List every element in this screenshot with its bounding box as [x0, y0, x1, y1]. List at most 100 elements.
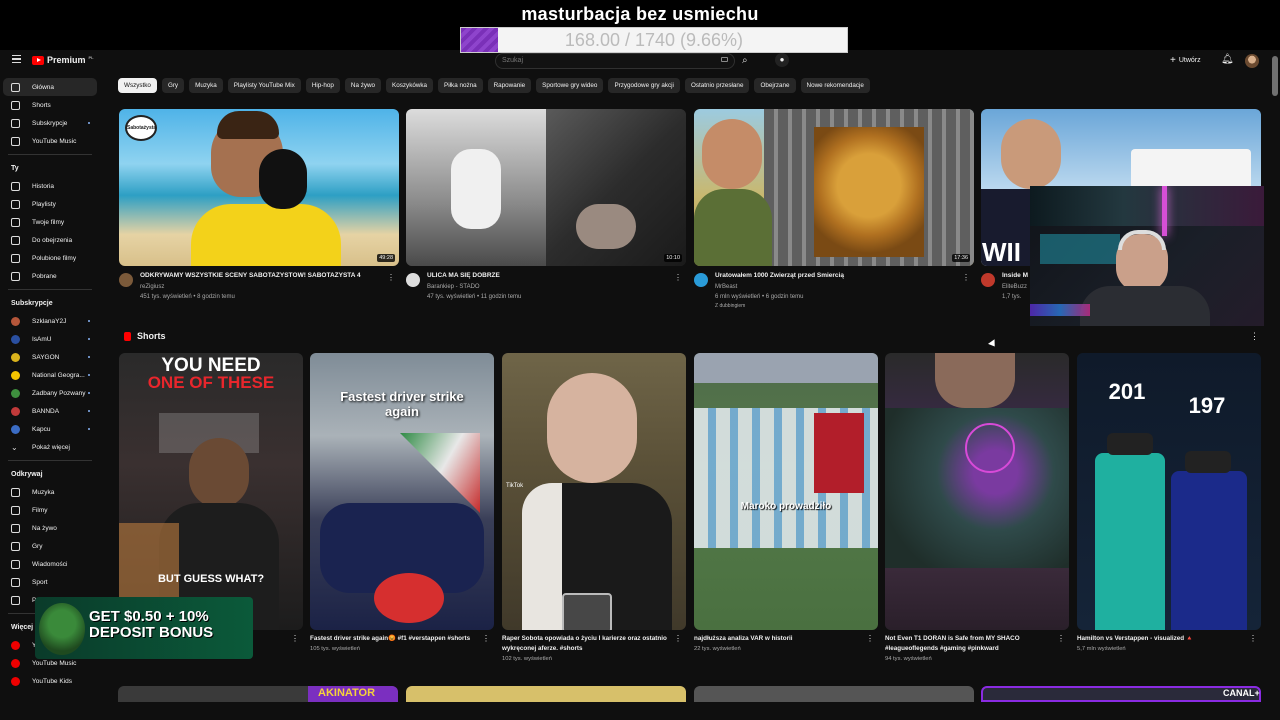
video-thumbnail-2[interactable]: 10:10: [406, 109, 686, 266]
youtube-logo[interactable]: Premium PL: [32, 55, 94, 65]
chip-pi-ka-no-na[interactable]: Piłka nożna: [438, 78, 483, 93]
channel-name[interactable]: EliteBuzz: [1002, 284, 1027, 290]
video-thumbnail-3[interactable]: 17:36: [694, 109, 974, 266]
short-thumbnail-2[interactable]: Fastest driver strike again: [310, 353, 494, 630]
more-options-icon[interactable]: ⋮: [866, 634, 874, 643]
sidebar-item-na-ywo[interactable]: Na żywo: [0, 519, 100, 537]
chip-obejrzane[interactable]: Obejrzane: [754, 78, 796, 93]
chip-playlisty-youtube-mix[interactable]: Playlisty YouTube Mix: [227, 78, 301, 93]
short-title[interactable]: najdłuższa analiza VAR w historii: [694, 634, 864, 644]
microphone-icon[interactable]: ●: [775, 53, 789, 67]
avatar[interactable]: [1245, 54, 1259, 68]
sidebar-item-polubione-filmy[interactable]: Polubione filmy: [0, 249, 100, 267]
chip-hip-hop[interactable]: Hip-hop: [305, 78, 340, 93]
sidebar-item-twoje-filmy[interactable]: Twoje filmy: [0, 213, 100, 231]
sidebar-item-do-obejrzenia[interactable]: Do obejrzenia: [0, 231, 100, 249]
chip-nowe-rekomendacje[interactable]: Nowe rekomendacje: [800, 78, 870, 93]
search-icon[interactable]: ⌕: [742, 55, 748, 66]
short-thumbnail-4[interactable]: Maroko prowadziło: [694, 353, 878, 630]
more-options-icon[interactable]: ⋮: [674, 273, 682, 282]
menu-icon[interactable]: [12, 55, 21, 63]
sidebar-item-playlisty[interactable]: Playlisty: [0, 195, 100, 213]
sidebar-item-gry[interactable]: Gry: [0, 537, 100, 555]
chip-muzyka[interactable]: Muzyka: [189, 78, 223, 93]
channel-avatar[interactable]: [981, 273, 995, 287]
chip-sportowe-gry-wideo[interactable]: Sportowe gry wideo: [536, 78, 604, 93]
show-more-button[interactable]: ⌄ Pokaż więcej: [0, 438, 100, 456]
channel-avatar[interactable]: [694, 273, 708, 287]
search-placeholder: Szukaj: [502, 57, 524, 64]
streamer-webcam: [1030, 186, 1264, 326]
sidebar-item-zadbany-pozwany[interactable]: Zadbany Pozwany: [0, 384, 100, 402]
deposit-bonus-ad[interactable]: GET $0.50 + 10% DEPOSIT BONUS: [35, 597, 253, 659]
more-options-icon[interactable]: ⋮: [482, 634, 490, 643]
chip-na-ywo[interactable]: Na żywo: [344, 78, 382, 93]
short-thumbnail-1[interactable]: YOU NEED ONE OF THESE BUT GUESS WHAT?: [119, 353, 303, 630]
shorts-heading: Shorts: [137, 331, 166, 341]
channel-avatar[interactable]: [406, 273, 420, 287]
search-input[interactable]: Szukaj: [495, 53, 735, 69]
progress-text: 168.00 / 1740 (9.66%): [564, 30, 744, 50]
shorts-more-icon[interactable]: ⋮: [1250, 331, 1259, 342]
duration-badge: 17:36: [952, 254, 970, 262]
channel-name[interactable]: Barankiep - STADO: [427, 284, 480, 290]
more-options-icon[interactable]: ⋮: [387, 273, 395, 282]
create-button[interactable]: + Utwórz: [1170, 55, 1201, 66]
sidebar-item-youtube-music[interactable]: YouTube Music: [0, 132, 100, 150]
short-thumbnail-5[interactable]: [885, 353, 1069, 630]
sidebar-item-shorts[interactable]: Shorts: [0, 96, 100, 114]
chip-wszystko[interactable]: Wszystko: [118, 78, 157, 93]
video-title[interactable]: ODKRYWAMY WSZYSTKIE SCENY SABOTAŻYSTÓW! …: [140, 272, 385, 279]
keyboard-icon[interactable]: [721, 57, 728, 62]
sidebar-item-saygon[interactable]: SAYGON: [0, 348, 100, 366]
chip-rapowanie[interactable]: Rapowanie: [487, 78, 532, 93]
sidebar-heading-subscriptions[interactable]: Subskrypcje: [0, 294, 100, 312]
sidebar-item-pobrane[interactable]: Pobrane: [0, 267, 100, 285]
stream-overlay-bar: masturbacja bez usmiechu 168.00 / 1740 (…: [0, 0, 1280, 53]
video-meta: 1,7 tys.: [1002, 294, 1022, 300]
sidebar-item-filmy[interactable]: Filmy: [0, 501, 100, 519]
sidebar-item-kapcu[interactable]: Kapcu: [0, 420, 100, 438]
video-title[interactable]: Uratowałem 1000 Zwierząt przed Śmiercią: [715, 272, 960, 279]
sidebar-heading-explore: Odkrywaj: [11, 470, 43, 478]
sidebar-item-szklanay2j[interactable]: SzklanaY2J: [0, 312, 100, 330]
more-options-icon[interactable]: ⋮: [674, 634, 682, 643]
short-thumbnail-3[interactable]: TikTok: [502, 353, 686, 630]
short-title[interactable]: Not Even T1 DORAN is Safe from MY SHACO …: [885, 634, 1055, 654]
chip-koszyk-wka[interactable]: Koszykówka: [386, 78, 434, 93]
video-thumbnail-1[interactable]: Sabotażysta 49:28: [119, 109, 399, 266]
more-options-icon[interactable]: ⋮: [1249, 634, 1257, 643]
channel-avatar[interactable]: [119, 273, 133, 287]
chip-gry[interactable]: Gry: [161, 78, 185, 93]
sidebar-item-g-wna[interactable]: Główna: [3, 78, 97, 96]
logo-label: Premium: [47, 55, 86, 65]
channel-name[interactable]: reZigiusz: [140, 284, 164, 290]
more-options-icon[interactable]: ⋮: [1057, 634, 1065, 643]
sidebar-item-historia[interactable]: Historia: [0, 177, 100, 195]
your-videos-icon: [11, 217, 20, 227]
short-title[interactable]: Fastest driver strike again😡 #f1 #versta…: [310, 634, 480, 644]
sidebar-item-label: Pobrane: [32, 272, 57, 280]
sidebar-item-national-geogra-[interactable]: National Geogra...: [0, 366, 100, 384]
sidebar-item-sport[interactable]: Sport: [0, 573, 100, 591]
sidebar-item-wiadomo-ci[interactable]: Wiadomości: [0, 555, 100, 573]
scrollbar[interactable]: [1272, 56, 1278, 96]
more-options-icon[interactable]: ⋮: [291, 634, 299, 643]
masthead: Premium PL Szukaj ⌕ ● + Utwórz 🔔︎: [0, 50, 1280, 72]
sidebar-heading-you[interactable]: Ty: [0, 159, 100, 177]
short-thumbnail-6[interactable]: 201 197: [1077, 353, 1261, 630]
sidebar-item-isamu[interactable]: IsAmU: [0, 330, 100, 348]
sidebar-item-muzyka[interactable]: Muzyka: [0, 483, 100, 501]
short-title[interactable]: Hamilton vs Verstappen - visualized 🔺: [1077, 634, 1247, 644]
notifications-icon[interactable]: 🔔︎: [1221, 54, 1234, 65]
chip-przygodowe-gry-akcji[interactable]: Przygodowe gry akcji: [608, 78, 680, 93]
channel-name[interactable]: MrBeast: [715, 284, 737, 290]
chip-ostatnio-przes-ane[interactable]: Ostatnio przesłane: [684, 78, 750, 93]
video-title[interactable]: ULICA MA SIĘ DOBRZE: [427, 272, 672, 279]
sidebar-item-subskrypcje[interactable]: Subskrypcje: [0, 114, 100, 132]
short-title[interactable]: Raper Sobota opowiada o życiu I karierze…: [502, 634, 672, 654]
more-options-icon[interactable]: ⋮: [962, 273, 970, 282]
sidebar-item-bannda[interactable]: BANNDA: [0, 402, 100, 420]
sidebar-item-youtube-kids[interactable]: YouTube Kids: [0, 672, 100, 690]
short-info-2: Fastest driver strike again😡 #f1 #versta…: [310, 634, 494, 652]
